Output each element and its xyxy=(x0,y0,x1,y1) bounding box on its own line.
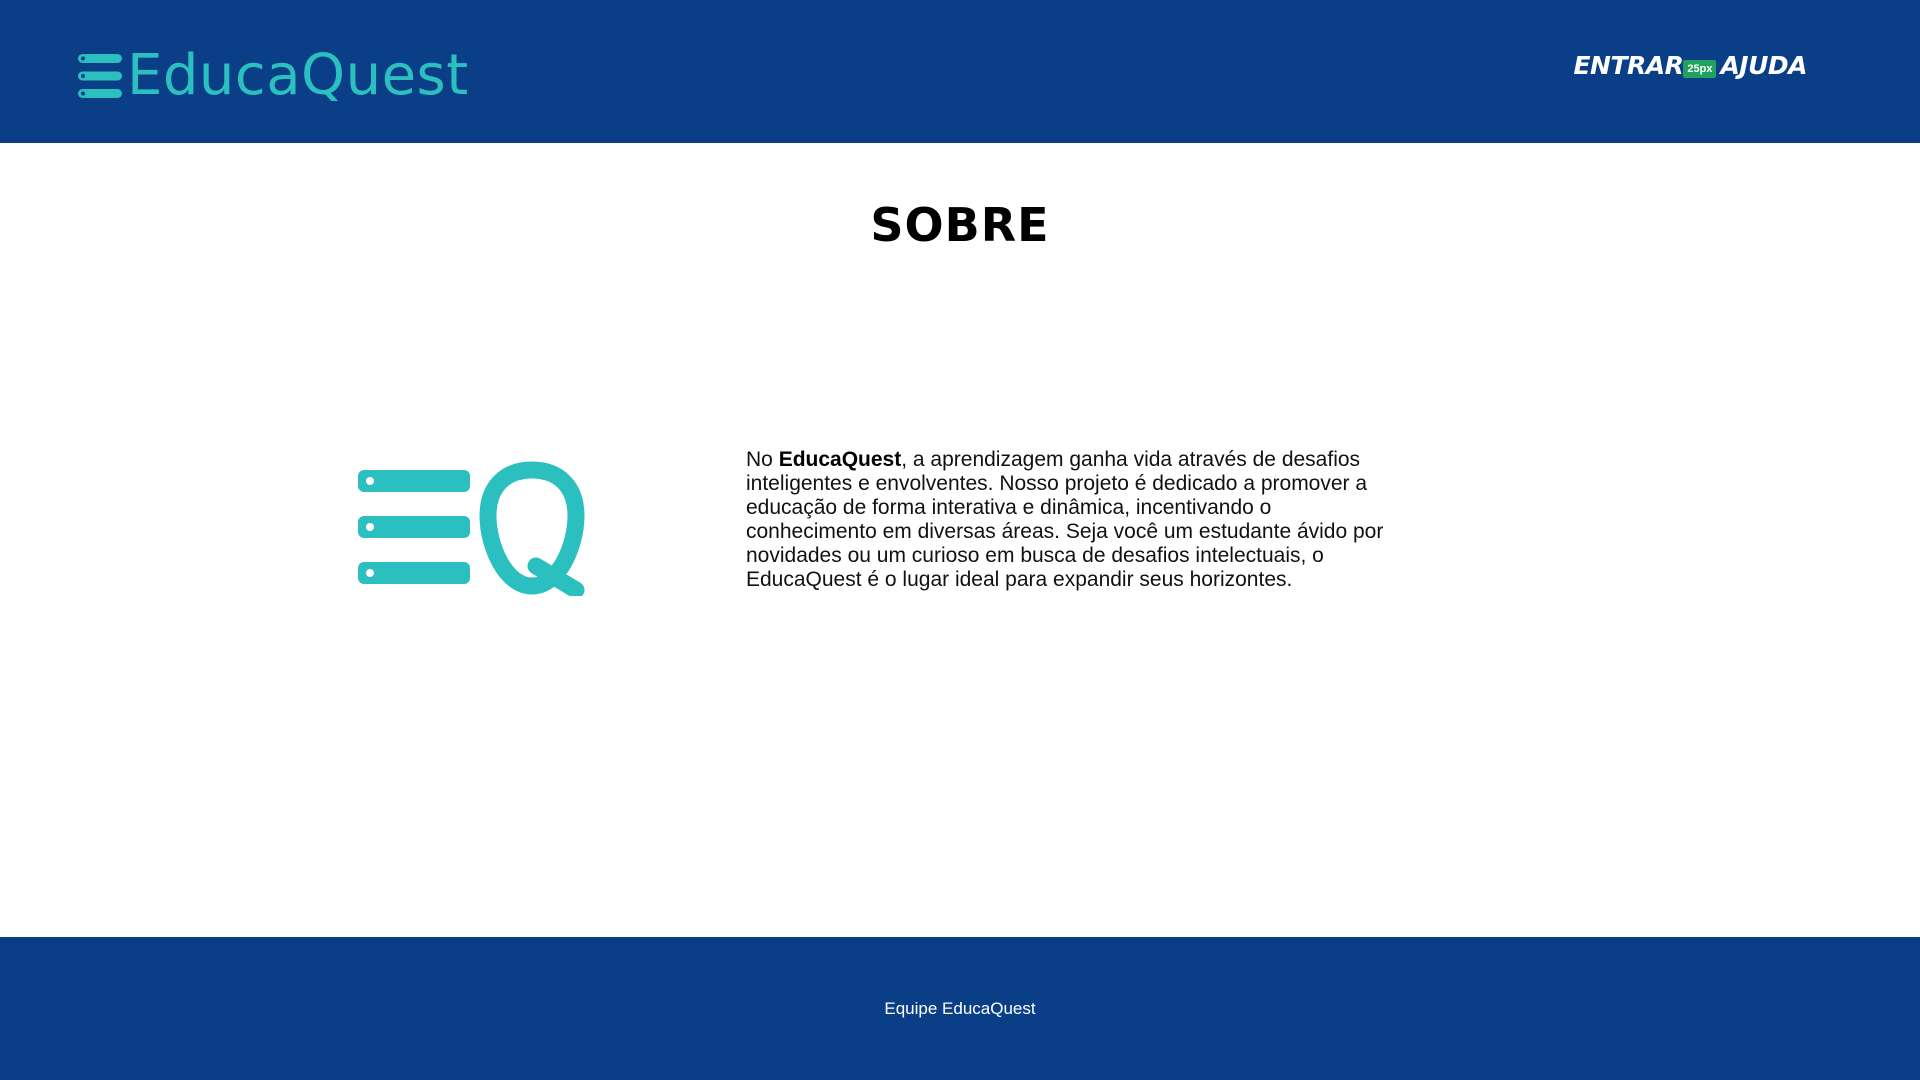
menu-lines-logo-icon xyxy=(78,54,122,98)
eq-logo-icon xyxy=(358,461,585,596)
top-nav: ENTRAR 25px AJUDA xyxy=(1573,52,1807,80)
spacing-badge: 25px xyxy=(1683,60,1717,78)
top-header: EducaQuest ENTRAR 25px AJUDA xyxy=(0,0,1920,143)
help-link[interactable]: AJUDA xyxy=(1720,52,1807,80)
login-link[interactable]: ENTRAR xyxy=(1573,52,1683,80)
about-intro: No xyxy=(746,448,779,471)
about-brand: EducaQuest xyxy=(778,448,902,471)
brand-logo-link[interactable]: EducaQuest xyxy=(78,48,469,104)
footer-credit: Equipe EducaQuest xyxy=(884,999,1036,1018)
about-text: No EducaQuest, a aprendizagem ganha vida… xyxy=(746,448,1386,592)
brand-name: EducaQuest xyxy=(127,43,469,108)
page-title: SOBRE xyxy=(870,198,1050,252)
